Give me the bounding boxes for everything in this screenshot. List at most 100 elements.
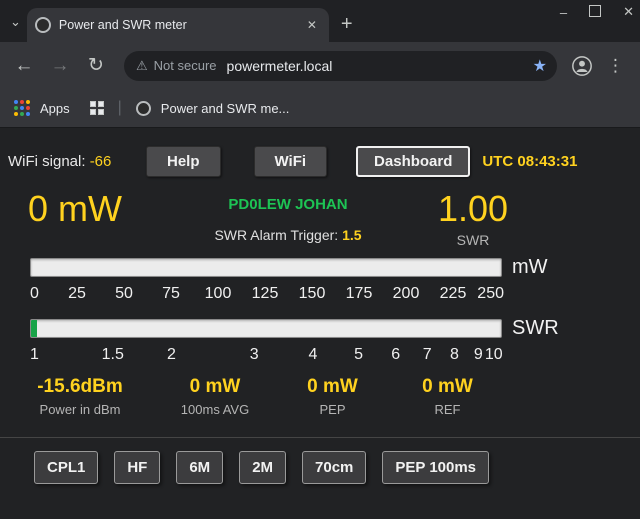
- swr-display: 1.00: [413, 188, 533, 230]
- center-column: PD0LEW JOHAN SWR Alarm Trigger: 1.5: [178, 188, 398, 248]
- tiles-grid-icon[interactable]: [90, 101, 104, 115]
- scale-tick: 4: [308, 346, 317, 364]
- swr-caption: SWR: [413, 232, 533, 248]
- scale-tick: 5: [354, 346, 363, 364]
- readout-label: PEP: [280, 402, 385, 417]
- swr-meter-fill: [31, 320, 37, 337]
- scale-tick: 25: [68, 285, 86, 303]
- bookmarks-separator: |: [118, 99, 122, 117]
- mw-meter-row: mW: [30, 256, 640, 279]
- swr-meter-row: SWR: [30, 317, 640, 340]
- readout-dbm: -15.6dBm Power in dBm: [10, 376, 150, 417]
- bookmark-item[interactable]: Power and SWR me...: [161, 101, 290, 116]
- url-text[interactable]: powermeter.local: [227, 58, 525, 74]
- readout-avg: 0 mW 100ms AVG: [150, 376, 280, 417]
- forward-icon[interactable]: →: [46, 55, 74, 77]
- cpl1-button[interactable]: CPL1: [34, 451, 98, 484]
- scale-tick: 7: [423, 346, 432, 364]
- readout-label: 100ms AVG: [150, 402, 280, 417]
- swr-alarm: SWR Alarm Trigger: 1.5: [178, 227, 398, 243]
- address-bar[interactable]: ⚠ Not secure powermeter.local ★: [124, 51, 557, 81]
- readouts-row: -15.6dBm Power in dBm 0 mW 100ms AVG 0 m…: [10, 376, 640, 417]
- 2m-button[interactable]: 2M: [239, 451, 286, 484]
- swr-column: 1.00 SWR: [413, 188, 533, 248]
- bookmarks-bar: Apps | Power and SWR me...: [0, 89, 640, 128]
- status-row: WiFi signal: -66 Help WiFi Dashboard UTC…: [0, 144, 640, 178]
- chevron-down-icon[interactable]: ⌄: [10, 14, 21, 30]
- tab-title: Power and SWR meter: [59, 18, 295, 32]
- site-favicon-icon: [35, 17, 51, 33]
- scale-tick: 100: [205, 285, 232, 303]
- readout-label: REF: [385, 402, 510, 417]
- hf-button[interactable]: HF: [114, 451, 160, 484]
- menu-icon[interactable]: ⋮: [601, 56, 630, 76]
- callsign: PD0LEW JOHAN: [178, 196, 398, 213]
- scale-tick: 0: [30, 285, 39, 303]
- scale-tick: 75: [162, 285, 180, 303]
- page-content: WiFi signal: -66 Help WiFi Dashboard UTC…: [0, 128, 640, 519]
- readout-value: 0 mW: [280, 376, 385, 398]
- scale-tick: 50: [115, 285, 133, 303]
- scale-tick: 3: [250, 346, 259, 364]
- readings-row: 0 mW PD0LEW JOHAN SWR Alarm Trigger: 1.5…: [0, 188, 640, 248]
- mw-meter-scale: 0 25 50 75 100 125 150 175 200 225 250: [30, 283, 500, 307]
- scale-tick: 10: [485, 346, 503, 364]
- scale-tick: 1: [30, 346, 39, 364]
- scale-tick: 175: [346, 285, 373, 303]
- scale-tick: 2: [167, 346, 176, 364]
- swr-alarm-label: SWR Alarm Trigger:: [214, 227, 338, 243]
- new-tab-button[interactable]: +: [341, 14, 353, 34]
- scale-tick: 8: [450, 346, 459, 364]
- scale-tick: 150: [299, 285, 326, 303]
- window-close-button[interactable]: ✕: [623, 4, 634, 20]
- swr-meter-unit: SWR: [512, 317, 559, 340]
- scale-tick: 9: [474, 346, 483, 364]
- swr-meter: [30, 319, 502, 338]
- scale-tick: 250: [477, 285, 504, 303]
- scale-tick: 1.5: [102, 346, 124, 364]
- mw-meter: [30, 258, 502, 277]
- reload-icon[interactable]: ↻: [82, 54, 110, 77]
- warning-icon: ⚠: [136, 58, 148, 74]
- scale-tick: 125: [252, 285, 279, 303]
- wifi-signal-value: -66: [90, 153, 112, 170]
- bookmark-favicon-icon: [136, 101, 151, 116]
- browser-toolbar: ← → ↻ ⚠ Not secure powermeter.local ★ ⋮: [0, 42, 640, 89]
- mw-meter-unit: mW: [512, 256, 548, 279]
- security-label[interactable]: Not secure: [154, 58, 217, 73]
- minimize-button[interactable]: –: [560, 5, 567, 20]
- browser-tab[interactable]: Power and SWR meter ✕: [27, 8, 329, 42]
- readout-label: Power in dBm: [10, 402, 150, 417]
- profile-icon[interactable]: [571, 55, 593, 77]
- wifi-signal-label: WiFi signal:: [8, 153, 86, 170]
- section-divider: [0, 437, 640, 438]
- 6m-button[interactable]: 6M: [176, 451, 223, 484]
- wifi-signal: WiFi signal: -66: [8, 153, 132, 170]
- utc-clock: UTC 08:43:31: [482, 153, 577, 170]
- scale-tick: 200: [393, 285, 420, 303]
- readout-value: 0 mW: [150, 376, 280, 398]
- browser-window: ⌄ Power and SWR meter ✕ + – ✕ ← → ↻ ⚠ No…: [0, 0, 640, 519]
- power-display: 0 mW: [28, 188, 178, 248]
- readout-value: -15.6dBm: [10, 376, 150, 398]
- tab-close-icon[interactable]: ✕: [303, 16, 321, 34]
- band-buttons-row: CPL1 HF 6M 2M 70cm PEP 100ms: [34, 451, 640, 484]
- maximize-button[interactable]: [589, 5, 601, 20]
- wifi-button[interactable]: WiFi: [254, 146, 328, 177]
- scale-tick: 6: [391, 346, 400, 364]
- bookmark-star-icon[interactable]: ★: [533, 56, 547, 76]
- help-button[interactable]: Help: [146, 146, 221, 177]
- apps-grid-icon[interactable]: [14, 100, 30, 116]
- swr-meter-scale: 1 1.5 2 3 4 5 6 7 8 9 10: [30, 344, 500, 368]
- readout-ref: 0 mW REF: [385, 376, 510, 417]
- readout-pep: 0 mW PEP: [280, 376, 385, 417]
- tab-strip: ⌄ Power and SWR meter ✕ + – ✕: [0, 0, 640, 42]
- readout-value: 0 mW: [385, 376, 510, 398]
- apps-label[interactable]: Apps: [40, 101, 70, 116]
- scale-tick: 225: [440, 285, 467, 303]
- 70cm-button[interactable]: 70cm: [302, 451, 366, 484]
- swr-alarm-value: 1.5: [342, 227, 361, 243]
- dashboard-button[interactable]: Dashboard: [356, 146, 470, 177]
- back-icon[interactable]: ←: [10, 55, 38, 77]
- pep-100ms-button[interactable]: PEP 100ms: [382, 451, 489, 484]
